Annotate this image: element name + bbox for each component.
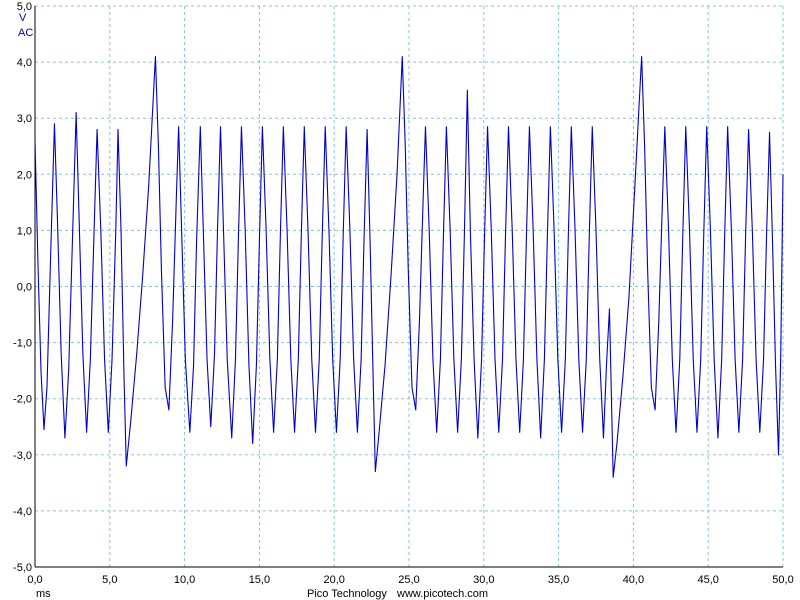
y-tick-label: 3,0 [17,113,32,125]
footer-brand: Pico Technology [307,588,387,600]
y-tick-label: -3,0 [13,450,32,462]
x-tick-label: 5,0 [102,574,117,586]
footer-url: www.picotech.com [396,588,488,600]
x-tick-label: 15,0 [249,574,270,586]
y-unit-label: V [19,12,27,24]
y-tick-label: -2,0 [13,394,32,406]
x-tick-label: 10,0 [174,574,195,586]
y-tick-label: -5,0 [13,562,32,574]
chart-background [0,0,800,600]
x-tick-label: 0,0 [27,574,42,586]
y-tick-label: 0,0 [17,282,32,294]
x-tick-label: 20,0 [323,574,344,586]
x-tick-label: 50,0 [772,574,793,586]
oscilloscope-chart: 5,0 4,0 3,0 2,0 1,0 0,0 -1,0 -2,0 -3,0 -4,0 -5,0 0… [0,0,800,600]
x-tick-label: 25,0 [398,574,419,586]
y-tick-label: 4,0 [17,57,32,69]
x-tick-label: 35,0 [548,574,569,586]
x-tick-label: 45,0 [697,574,718,586]
y-tick-label: 1,0 [17,225,32,237]
x-tick-label: 30,0 [473,574,494,586]
x-axis-unit-label: ms [36,588,51,600]
y-tick-label: -4,0 [13,506,32,518]
y-coupling-label: AC [18,27,33,39]
y-tick-label: 2,0 [17,169,32,181]
x-tick-label: 40,0 [623,574,644,586]
y-tick-label: -1,0 [13,338,32,350]
